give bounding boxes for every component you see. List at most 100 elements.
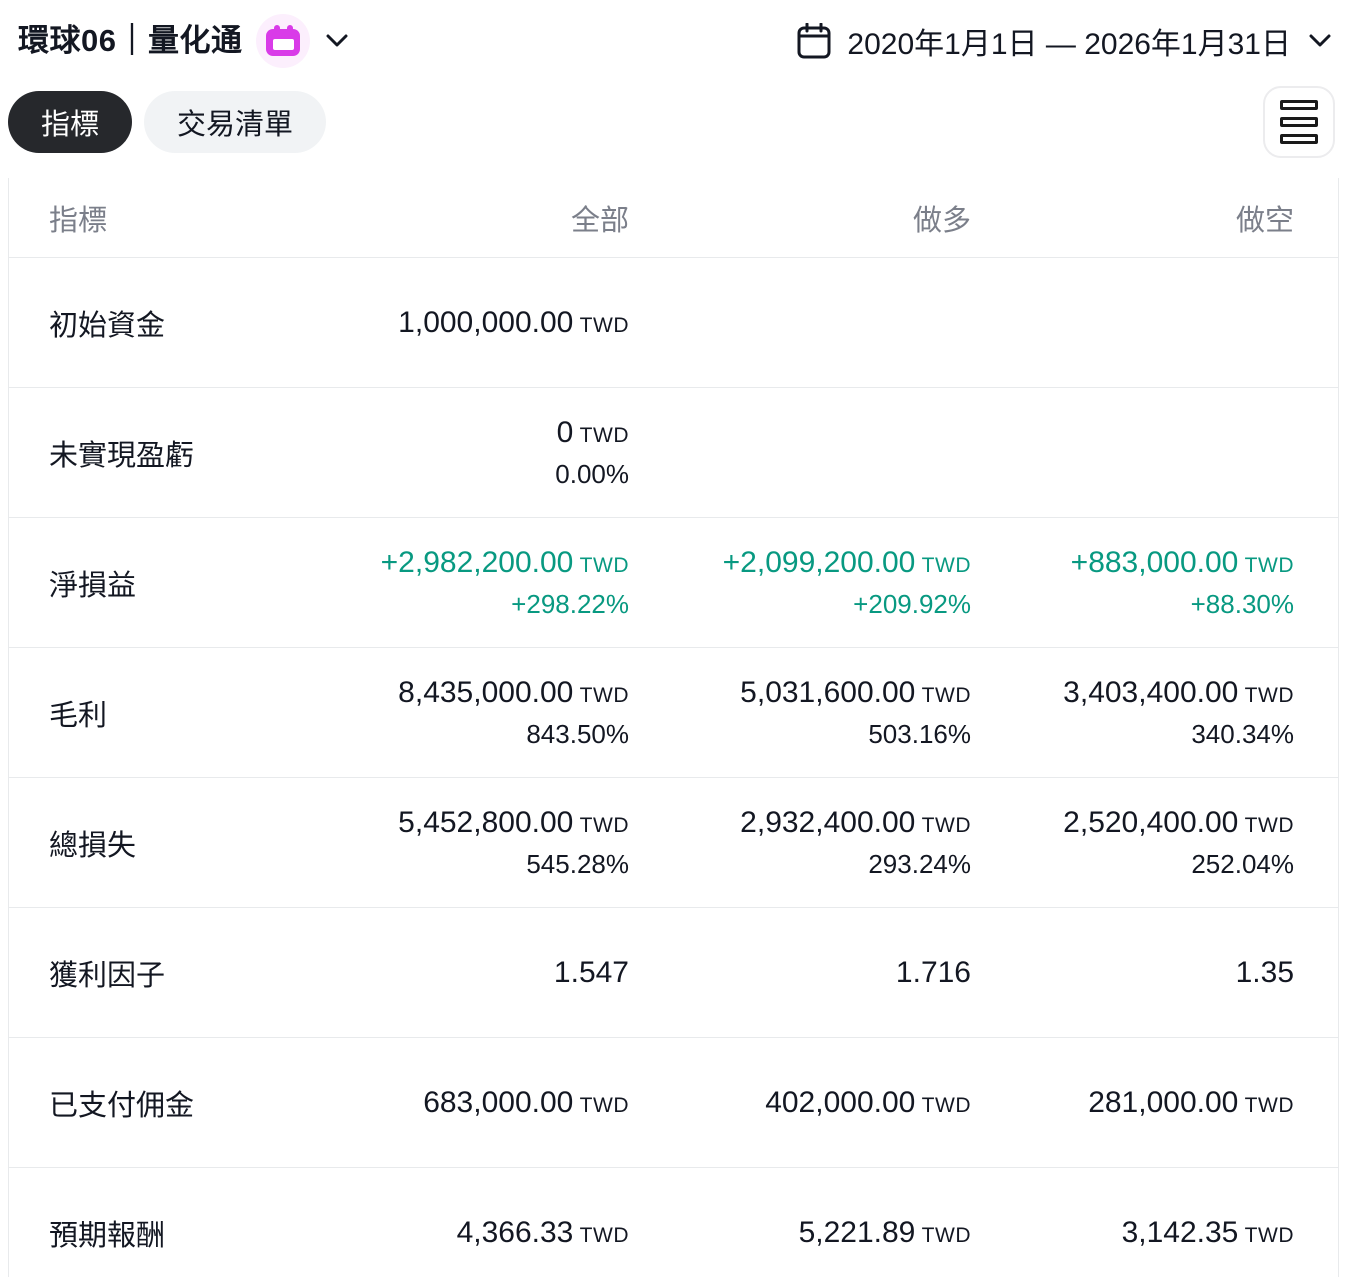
currency-unit: TWD bbox=[915, 1093, 971, 1117]
currency-unit: TWD bbox=[915, 813, 971, 837]
column-header-metric: 指標 bbox=[49, 204, 108, 237]
metric-value-cell: 5,221.89 TWD bbox=[629, 1216, 971, 1250]
metric-value: 1,000,000.00 TWD bbox=[398, 305, 629, 339]
calendar-pink-icon bbox=[266, 25, 301, 56]
metric-value-cell: 281,000.00 TWD bbox=[971, 1086, 1294, 1120]
metric-value: +2,099,200.00 TWD bbox=[722, 545, 971, 579]
metric-value: 8,435,000.00 TWD bbox=[398, 675, 629, 709]
metric-percent: 545.28% bbox=[526, 848, 629, 879]
metric-value: 5,031,600.00 TWD bbox=[740, 675, 971, 709]
metric-percent: 0.00% bbox=[555, 458, 629, 489]
table-row: 預期報酬 4,366.33 TWD 5,221.89 TWD 3,142.35 TWD bbox=[9, 1168, 1338, 1277]
metric-value-cell: 1.35 bbox=[971, 956, 1294, 990]
metric-value-cell: 3,403,400.00 TWD 340.34% bbox=[971, 676, 1294, 750]
metric-percent: 340.34% bbox=[1191, 718, 1294, 749]
currency-unit: TWD bbox=[1238, 683, 1294, 707]
metric-value: 281,000.00 TWD bbox=[1088, 1085, 1294, 1119]
list-icon bbox=[1280, 100, 1318, 110]
metric-label: 未實現盈虧 bbox=[49, 439, 195, 472]
table-row: 已支付佣金 683,000.00 TWD 402,000.00 TWD 281,000… bbox=[9, 1038, 1338, 1168]
table-body: 初始資金 1,000,000.00 TWD 未實現盈虧 0 TWD 0.00% 淨損益 +2… bbox=[9, 258, 1338, 1277]
strategy-calendar-badge[interactable] bbox=[256, 14, 311, 68]
metric-value-cell: 5,031,600.00 TWD 503.16% bbox=[629, 676, 971, 750]
currency-unit: TWD bbox=[915, 553, 971, 577]
metric-value: 5,452,800.00 TWD bbox=[398, 805, 629, 839]
list-icon bbox=[1280, 134, 1318, 144]
metric-percent: 843.50% bbox=[526, 718, 629, 749]
metric-value-cell: 5,452,800.00 TWD 545.28% bbox=[349, 806, 629, 880]
metric-value: 5,221.89 TWD bbox=[798, 1215, 971, 1249]
metric-label: 毛利 bbox=[49, 699, 108, 732]
chevron-down-icon bbox=[1309, 34, 1331, 48]
currency-unit: TWD bbox=[573, 553, 629, 577]
tab-indicators[interactable]: 指標 bbox=[8, 91, 133, 153]
top-bar: 環球06｜量化通 2020年1月1日 — 2026年1月31日 bbox=[0, 0, 1347, 70]
table-row: 淨損益 +2,982,200.00 TWD +298.22% +2,099,200.0… bbox=[9, 518, 1338, 648]
page-title: 環球06｜量化通 bbox=[18, 23, 243, 58]
metric-value-cell: 0 TWD 0.00% bbox=[349, 416, 629, 490]
currency-unit: TWD bbox=[573, 313, 629, 337]
currency-unit: TWD bbox=[915, 683, 971, 707]
metric-label: 初始資金 bbox=[49, 309, 166, 342]
metric-value: 3,142.35 TWD bbox=[1121, 1215, 1294, 1249]
calendar-icon bbox=[797, 23, 831, 59]
currency-unit: TWD bbox=[1238, 813, 1294, 837]
metric-value: 2,520,400.00 TWD bbox=[1063, 805, 1294, 839]
metric-percent: +88.30% bbox=[1190, 588, 1294, 619]
currency-unit: TWD bbox=[1238, 1093, 1294, 1117]
metric-value: 2,932,400.00 TWD bbox=[740, 805, 971, 839]
metric-value-cell: 1,000,000.00 TWD bbox=[349, 306, 629, 340]
metric-value-cell: 2,520,400.00 TWD 252.04% bbox=[971, 806, 1294, 880]
table-header-row: 指標 全部 做多 做空 bbox=[9, 178, 1338, 258]
table-row: 毛利 8,435,000.00 TWD 843.50% 5,031,600.00 TW… bbox=[9, 648, 1338, 778]
currency-unit: TWD bbox=[573, 1223, 629, 1247]
table-row: 未實現盈虧 0 TWD 0.00% bbox=[9, 388, 1338, 518]
metric-value: 1.716 bbox=[895, 955, 971, 989]
metric-value-cell: 683,000.00 TWD bbox=[349, 1086, 629, 1120]
currency-unit: TWD bbox=[1238, 1223, 1294, 1247]
metric-value: 0 TWD bbox=[556, 415, 629, 449]
currency-unit: TWD bbox=[573, 813, 629, 837]
table-row: 初始資金 1,000,000.00 TWD bbox=[9, 258, 1338, 388]
column-header-all: 全部 bbox=[570, 204, 629, 237]
tab-trade-list[interactable]: 交易清單 bbox=[144, 91, 327, 153]
currency-unit: TWD bbox=[573, 423, 629, 447]
metric-label: 預期報酬 bbox=[49, 1219, 166, 1252]
metric-value-cell: +2,099,200.00 TWD +209.92% bbox=[629, 546, 971, 620]
metric-value: 402,000.00 TWD bbox=[765, 1085, 971, 1119]
metric-label: 已支付佣金 bbox=[49, 1089, 195, 1122]
metric-value: 683,000.00 TWD bbox=[423, 1085, 629, 1119]
tabs-row: 指標 交易清單 bbox=[0, 86, 1347, 158]
metric-label: 淨損益 bbox=[49, 569, 137, 602]
metric-value: +883,000.00 TWD bbox=[1070, 545, 1294, 579]
metric-percent: +298.22% bbox=[511, 588, 629, 619]
metric-value-cell: 1.716 bbox=[629, 956, 971, 990]
metric-value-cell: 402,000.00 TWD bbox=[629, 1086, 971, 1120]
metrics-table: 指標 全部 做多 做空 初始資金 1,000,000.00 TWD 未實現盈虧 0 T… bbox=[8, 178, 1339, 1277]
currency-unit: TWD bbox=[915, 1223, 971, 1247]
metric-percent: +209.92% bbox=[853, 588, 971, 619]
date-range-picker[interactable]: 2020年1月1日 — 2026年1月31日 bbox=[797, 19, 1331, 63]
date-range-label: 2020年1月1日 — 2026年1月31日 bbox=[847, 28, 1291, 61]
metric-value: 3,403,400.00 TWD bbox=[1063, 675, 1294, 709]
metric-label: 總損失 bbox=[49, 829, 137, 862]
metric-percent: 503.16% bbox=[868, 718, 971, 749]
chevron-down-icon[interactable] bbox=[326, 34, 348, 48]
strategy-title-group: 環球06｜量化通 bbox=[18, 14, 348, 68]
column-header-short: 做空 bbox=[1235, 204, 1294, 237]
metric-value-cell: 1.547 bbox=[349, 956, 629, 990]
table-row: 總損失 5,452,800.00 TWD 545.28% 2,932,400.00 T… bbox=[9, 778, 1338, 908]
metric-value: 1.35 bbox=[1235, 955, 1294, 989]
table-row: 獲利因子 1.547 1.716 1.35 bbox=[9, 908, 1338, 1038]
table-options-button[interactable] bbox=[1263, 86, 1335, 158]
list-icon bbox=[1280, 117, 1318, 127]
view-tabs: 指標 交易清單 bbox=[8, 91, 327, 153]
metric-value-cell: 3,142.35 TWD bbox=[971, 1216, 1294, 1250]
metric-value-cell: +2,982,200.00 TWD +298.22% bbox=[349, 546, 629, 620]
currency-unit: TWD bbox=[573, 1093, 629, 1117]
metric-value: 1.547 bbox=[553, 955, 629, 989]
metric-percent: 252.04% bbox=[1191, 848, 1294, 879]
metric-value-cell: 4,366.33 TWD bbox=[349, 1216, 629, 1250]
metric-percent: 293.24% bbox=[868, 848, 971, 879]
currency-unit: TWD bbox=[1238, 553, 1294, 577]
